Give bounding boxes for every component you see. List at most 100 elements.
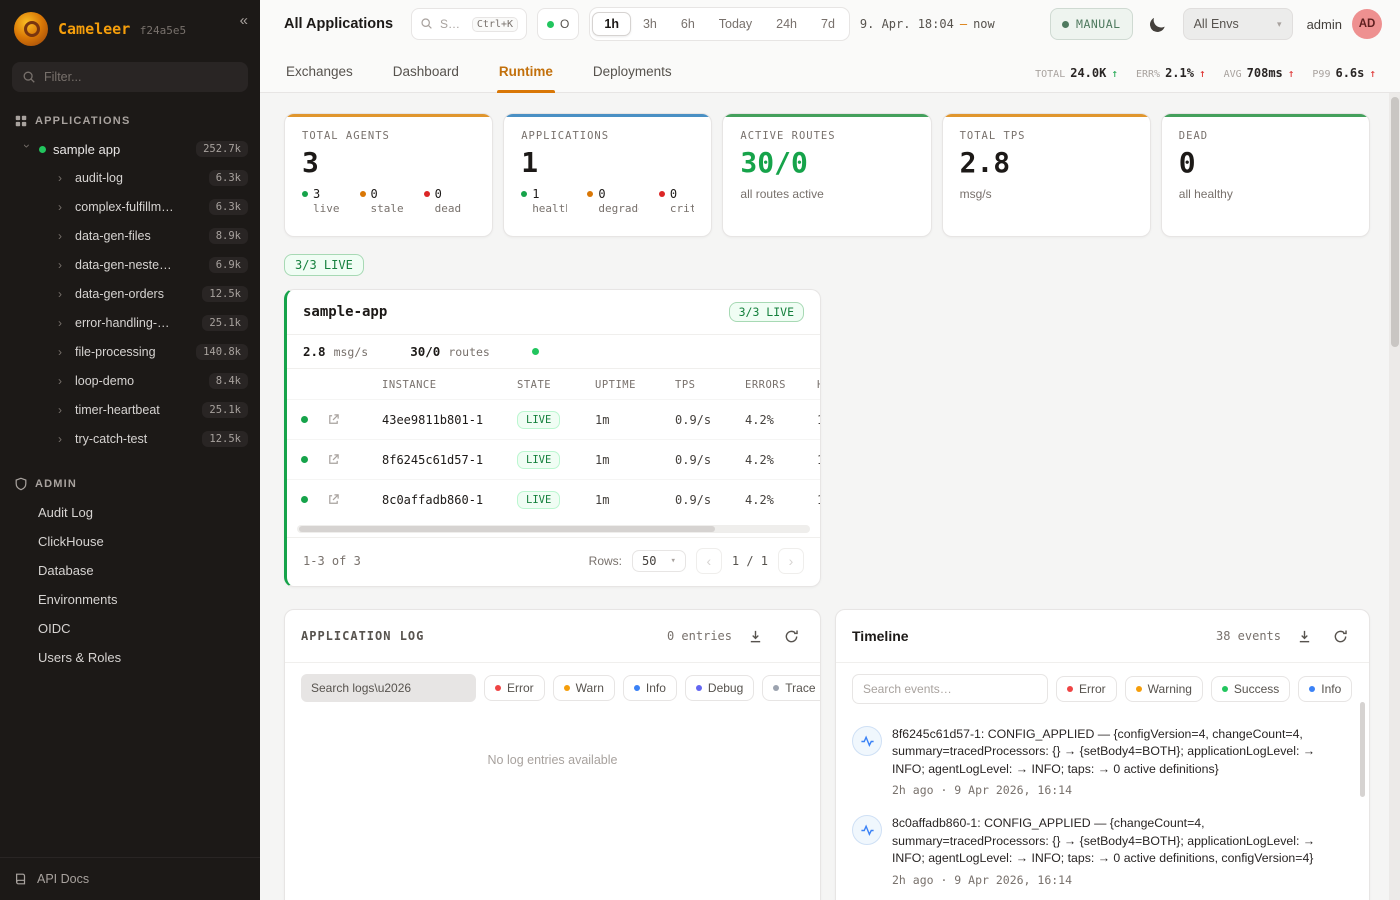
event-text: 8c0affadb860-1: CONFIG_APPLIED — {change… xyxy=(892,815,1340,867)
live-filter-chip[interactable]: 3/3 LIVE xyxy=(284,254,364,276)
environment-select[interactable]: All Envs ▾ xyxy=(1183,8,1293,40)
external-link-icon[interactable] xyxy=(327,413,382,426)
sidebar-filter[interactable] xyxy=(12,62,248,92)
tree-item-label: file-processing xyxy=(75,345,189,359)
time-range-3h[interactable]: 3h xyxy=(631,12,669,36)
timeline-search-input[interactable] xyxy=(852,674,1048,704)
timeline-event[interactable]: 8f6245c61d57-1: CONFIG_APPLIED — {config… xyxy=(852,717,1355,806)
sidebar-item-users-roles[interactable]: Users & Roles xyxy=(0,643,260,672)
tab-deployments[interactable]: Deployments xyxy=(591,52,674,92)
tree-item-label: data-gen-neste… xyxy=(75,258,202,272)
log-filter-debug[interactable]: Debug xyxy=(685,675,754,701)
rows-per-page-label: Rows: xyxy=(589,554,622,568)
timeline-filter-warning[interactable]: Warning xyxy=(1125,676,1203,702)
brand-wrap: Cameleer f24a5e5 xyxy=(58,20,186,39)
state-badge: LIVE xyxy=(517,451,560,469)
tps-value: 2.8 xyxy=(303,344,326,359)
log-filter-trace[interactable]: Trace xyxy=(762,675,821,701)
sidebar-item-environments[interactable]: Environments xyxy=(0,585,260,614)
log-filter-error[interactable]: Error xyxy=(484,675,545,701)
timeline-filter-info[interactable]: Info xyxy=(1298,676,1352,702)
sidebar-item-data-gen-nested[interactable]: ›data-gen-neste…6.9k xyxy=(0,250,260,279)
breakdown-value: 0 xyxy=(670,187,677,201)
timeline-scrollbar-thumb[interactable] xyxy=(1360,702,1365,797)
avatar[interactable]: AD xyxy=(1352,9,1382,39)
page-scrollbar-thumb[interactable] xyxy=(1391,97,1399,347)
card-value: 2.8 xyxy=(960,146,1133,179)
status-dot xyxy=(360,191,366,197)
tab-dashboard[interactable]: Dashboard xyxy=(391,52,461,92)
cell-instance: 43ee9811b801-1 xyxy=(382,413,517,427)
sidebar-item-loop-demo[interactable]: ›loop-demo8.4k xyxy=(0,366,260,395)
time-range-1h[interactable]: 1h xyxy=(592,12,631,36)
refresh-icon[interactable] xyxy=(778,623,804,649)
sidebar-item-oidc[interactable]: OIDC xyxy=(0,614,260,643)
download-icon[interactable] xyxy=(742,623,768,649)
date-range-display[interactable]: 9. Apr. 18:04 — now xyxy=(860,17,995,31)
stat-err-pct: ERR%2.1%↑ xyxy=(1136,66,1206,80)
count-badge: 6.3k xyxy=(209,170,248,186)
sidebar-item-clickhouse[interactable]: ClickHouse xyxy=(0,527,260,556)
status-dot xyxy=(634,685,640,691)
sidebar-item-timer-heartbeat[interactable]: ›timer-heartbeat25.1k xyxy=(0,395,260,424)
sidebar-item-database[interactable]: Database xyxy=(0,556,260,585)
horizontal-scrollbar-thumb[interactable] xyxy=(299,526,715,532)
sidebar-header: Cameleer f24a5e5 « xyxy=(0,0,260,54)
cell-errors: 4.2% xyxy=(745,413,817,427)
refresh-icon[interactable] xyxy=(1327,623,1353,649)
table-row[interactable]: 8c0affadb860-1 LIVE 1m 0.9/s 4.2% 1 xyxy=(287,479,820,519)
dark-mode-toggle[interactable] xyxy=(1143,9,1173,39)
time-range-6h[interactable]: 6h xyxy=(669,12,707,36)
application-card: sample-app 3/3 LIVE 2.8 msg/s 30/0 route… xyxy=(284,289,821,587)
sidebar-filter-input[interactable] xyxy=(44,70,238,84)
log-search-input[interactable] xyxy=(301,674,476,702)
sidebar-collapse-button[interactable]: « xyxy=(240,12,248,29)
prev-page-button[interactable]: ‹ xyxy=(696,548,722,574)
admin-section-label: ADMIN xyxy=(35,478,77,490)
brand-name: Cameleer xyxy=(58,20,130,38)
status-dot xyxy=(696,685,702,691)
cell-tps: 0.9/s xyxy=(675,413,745,427)
timeline-filter-error[interactable]: Error xyxy=(1056,676,1117,702)
table-header: INSTANCE STATE UPTIME TPS ERRORS H xyxy=(287,369,820,399)
external-link-icon[interactable] xyxy=(327,453,382,466)
api-docs-link[interactable]: API Docs xyxy=(0,857,260,900)
timeline-filter-success[interactable]: Success xyxy=(1211,676,1290,702)
timeline-event[interactable]: 8c0affadb860-1: CONFIG_APPLIED — {change… xyxy=(852,806,1355,895)
sidebar-item-try-catch-test[interactable]: ›try-catch-test12.5k xyxy=(0,424,260,453)
time-range-today[interactable]: Today xyxy=(707,12,764,36)
chip-label: Warning xyxy=(1148,682,1192,696)
sidebar-item-error-handling[interactable]: ›error-handling-…25.1k xyxy=(0,308,260,337)
tab-exchanges[interactable]: Exchanges xyxy=(284,52,355,92)
tab-runtime[interactable]: Runtime xyxy=(497,52,555,92)
timeline-events-list: 8f6245c61d57-1: CONFIG_APPLIED — {config… xyxy=(836,715,1369,900)
sidebar-item-sample-app[interactable]: › sample app 252.7k xyxy=(0,135,260,163)
arrow-up-icon: ↑ xyxy=(1288,67,1295,80)
sidebar-item-audit-log-admin[interactable]: Audit Log xyxy=(0,498,260,527)
manual-refresh-button[interactable]: MANUAL xyxy=(1050,8,1133,40)
card-subtitle: msg/s xyxy=(960,187,1133,201)
cell-state: LIVE xyxy=(517,411,595,429)
rows-per-page-select[interactable]: 50▾ xyxy=(632,550,686,572)
time-range-7d[interactable]: 7d xyxy=(809,12,847,36)
sidebar-item-data-gen-files[interactable]: ›data-gen-files8.9k xyxy=(0,221,260,250)
online-indicator[interactable]: O xyxy=(537,8,579,40)
sidebar-item-complex-fulfillment[interactable]: ›complex-fulfillm…6.3k xyxy=(0,192,260,221)
sidebar-item-data-gen-orders[interactable]: ›data-gen-orders12.5k xyxy=(0,279,260,308)
log-filter-warn[interactable]: Warn xyxy=(553,675,615,701)
sidebar-item-file-processing[interactable]: ›file-processing140.8k xyxy=(0,337,260,366)
external-link-icon[interactable] xyxy=(327,493,382,506)
table-row[interactable]: 8f6245c61d57-1 LIVE 1m 0.9/s 4.2% 1 xyxy=(287,439,820,479)
sidebar-item-audit-log[interactable]: ›audit-log6.3k xyxy=(0,163,260,192)
manual-label: MANUAL xyxy=(1076,17,1121,31)
timeline-event[interactable]: 43ee9811b801-1: CONFIG_APPLIED — {change… xyxy=(852,896,1355,900)
table-row[interactable]: 43ee9811b801-1 LIVE 1m 0.9/s 4.2% 1 xyxy=(287,399,820,439)
breakdown-live: 3live xyxy=(302,187,340,215)
time-range-24h[interactable]: 24h xyxy=(764,12,809,36)
download-icon[interactable] xyxy=(1291,623,1317,649)
log-filter-info[interactable]: Info xyxy=(623,675,677,701)
next-page-button[interactable]: › xyxy=(778,548,804,574)
shield-icon xyxy=(14,477,28,491)
global-search-button[interactable]: S… Ctrl+K xyxy=(411,8,527,40)
content-area: TOTAL AGENTS 3 3live 0stale 0dead APPLIC… xyxy=(260,93,1400,900)
